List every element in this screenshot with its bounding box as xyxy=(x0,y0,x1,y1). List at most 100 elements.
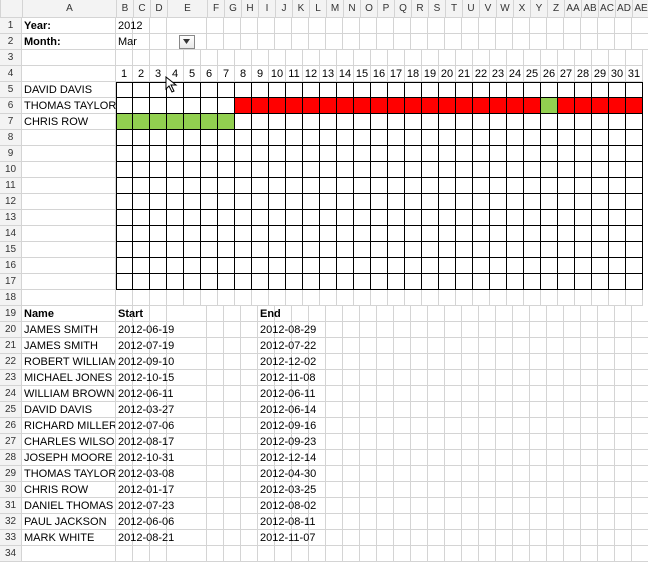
cell-V19[interactable] xyxy=(479,306,496,322)
cell-C11[interactable] xyxy=(133,178,150,194)
day-header-14[interactable]: 14 xyxy=(337,66,354,82)
cell-X1[interactable] xyxy=(513,18,530,34)
cell-AA15[interactable] xyxy=(541,242,558,258)
cell-L16[interactable] xyxy=(286,258,303,274)
cell-Y1[interactable] xyxy=(530,18,547,34)
cell-N12[interactable] xyxy=(320,194,337,210)
col-header-R[interactable]: R xyxy=(412,0,429,18)
col-header-G[interactable]: G xyxy=(225,0,242,18)
cell-M22[interactable] xyxy=(326,354,343,370)
cell-Y9[interactable] xyxy=(507,146,524,162)
cell-O27[interactable] xyxy=(360,434,377,450)
cell-W25[interactable] xyxy=(496,402,513,418)
col-header-J[interactable]: J xyxy=(276,0,293,18)
cell-T21[interactable] xyxy=(445,338,462,354)
cell-W1[interactable] xyxy=(496,18,513,34)
cell-U10[interactable] xyxy=(439,162,456,178)
col-header-X[interactable]: X xyxy=(514,0,531,18)
day-header-18[interactable]: 18 xyxy=(405,66,422,82)
col-header-Q[interactable]: Q xyxy=(395,0,412,18)
cell-Z9[interactable] xyxy=(524,146,541,162)
cell-A2[interactable]: Month: xyxy=(22,34,116,50)
cell-Q8[interactable] xyxy=(371,130,388,146)
cell-Q30[interactable] xyxy=(394,482,411,498)
cell-AC9[interactable] xyxy=(575,146,592,162)
cell-K9[interactable] xyxy=(269,146,286,162)
day-header-24[interactable]: 24 xyxy=(507,66,524,82)
cell-Z21[interactable] xyxy=(547,338,564,354)
cell-J14[interactable] xyxy=(252,226,269,242)
day-header-15[interactable]: 15 xyxy=(354,66,371,82)
row-header-5[interactable]: 5 xyxy=(0,82,22,98)
cell-N24[interactable] xyxy=(343,386,360,402)
cell-F30[interactable] xyxy=(207,482,224,498)
cell-M27[interactable] xyxy=(326,434,343,450)
cell-F23[interactable] xyxy=(207,370,224,386)
cell-O24[interactable] xyxy=(360,386,377,402)
day-header-12[interactable]: 12 xyxy=(303,66,320,82)
table-row-start[interactable]: 2012-01-17 xyxy=(116,482,133,498)
cell-J13[interactable] xyxy=(252,210,269,226)
cell-Z2[interactable] xyxy=(547,34,564,50)
cell-V30[interactable] xyxy=(479,482,496,498)
cell-Z29[interactable] xyxy=(547,466,564,482)
cell-P9[interactable] xyxy=(354,146,371,162)
cell-G28[interactable] xyxy=(224,450,241,466)
cell-S21[interactable] xyxy=(428,338,445,354)
cell-T32[interactable] xyxy=(445,514,462,530)
cell-X11[interactable] xyxy=(490,178,507,194)
cell-AC5[interactable] xyxy=(575,82,592,98)
cell-R1[interactable] xyxy=(411,18,428,34)
cell-R6[interactable] xyxy=(388,98,405,114)
cell-AA11[interactable] xyxy=(541,178,558,194)
day-header-21[interactable]: 21 xyxy=(456,66,473,82)
cell-T14[interactable] xyxy=(422,226,439,242)
cell-AC27[interactable] xyxy=(598,434,615,450)
cell-S16[interactable] xyxy=(405,258,422,274)
cell-M29[interactable] xyxy=(326,466,343,482)
day-header-4[interactable]: 4 xyxy=(167,66,184,82)
cell-P26[interactable] xyxy=(377,418,394,434)
cell-H15[interactable] xyxy=(218,242,235,258)
cell-D19[interactable] xyxy=(150,306,167,322)
cell-AD32[interactable] xyxy=(615,514,632,530)
cell-AA24[interactable] xyxy=(564,386,581,402)
cell-B18[interactable] xyxy=(116,290,133,306)
cell-O7[interactable] xyxy=(337,114,354,130)
cell-H16[interactable] xyxy=(218,258,235,274)
cell-H34[interactable] xyxy=(241,546,258,562)
cell-K2[interactable] xyxy=(292,34,309,50)
cell-H12[interactable] xyxy=(218,194,235,210)
cell-T1[interactable] xyxy=(445,18,462,34)
cell-Q5[interactable] xyxy=(371,82,388,98)
cell-G33[interactable] xyxy=(224,530,241,546)
cell-B19[interactable]: Start xyxy=(116,306,133,322)
cell-P33[interactable] xyxy=(377,530,394,546)
cell-R14[interactable] xyxy=(388,226,405,242)
day-header-2[interactable]: 2 xyxy=(133,66,150,82)
cell-D7[interactable] xyxy=(150,114,167,130)
cell-U1[interactable] xyxy=(462,18,479,34)
cell-M30[interactable] xyxy=(326,482,343,498)
cell-B8[interactable] xyxy=(116,130,133,146)
cell-Z19[interactable] xyxy=(547,306,564,322)
cell-C18[interactable] xyxy=(133,290,150,306)
row-header-29[interactable]: 29 xyxy=(0,466,22,482)
cell-X17[interactable] xyxy=(490,274,507,290)
cell-X21[interactable] xyxy=(513,338,530,354)
table-row-start[interactable]: 2012-06-19 xyxy=(116,322,133,338)
cell-K12[interactable] xyxy=(269,194,286,210)
cell-N34[interactable] xyxy=(343,546,360,562)
table-row-start[interactable]: 2012-07-06 xyxy=(116,418,133,434)
cell-F31[interactable] xyxy=(207,498,224,514)
cell-Y17[interactable] xyxy=(507,274,524,290)
table-row-end[interactable]: 2012-12-14 xyxy=(258,450,275,466)
col-header-T[interactable]: T xyxy=(446,0,463,18)
cell-Z31[interactable] xyxy=(547,498,564,514)
cell-G34[interactable] xyxy=(224,546,241,562)
cell-V28[interactable] xyxy=(479,450,496,466)
cell-N6[interactable] xyxy=(320,98,337,114)
cell-S30[interactable] xyxy=(428,482,445,498)
cell-Q31[interactable] xyxy=(394,498,411,514)
cell-AD27[interactable] xyxy=(615,434,632,450)
